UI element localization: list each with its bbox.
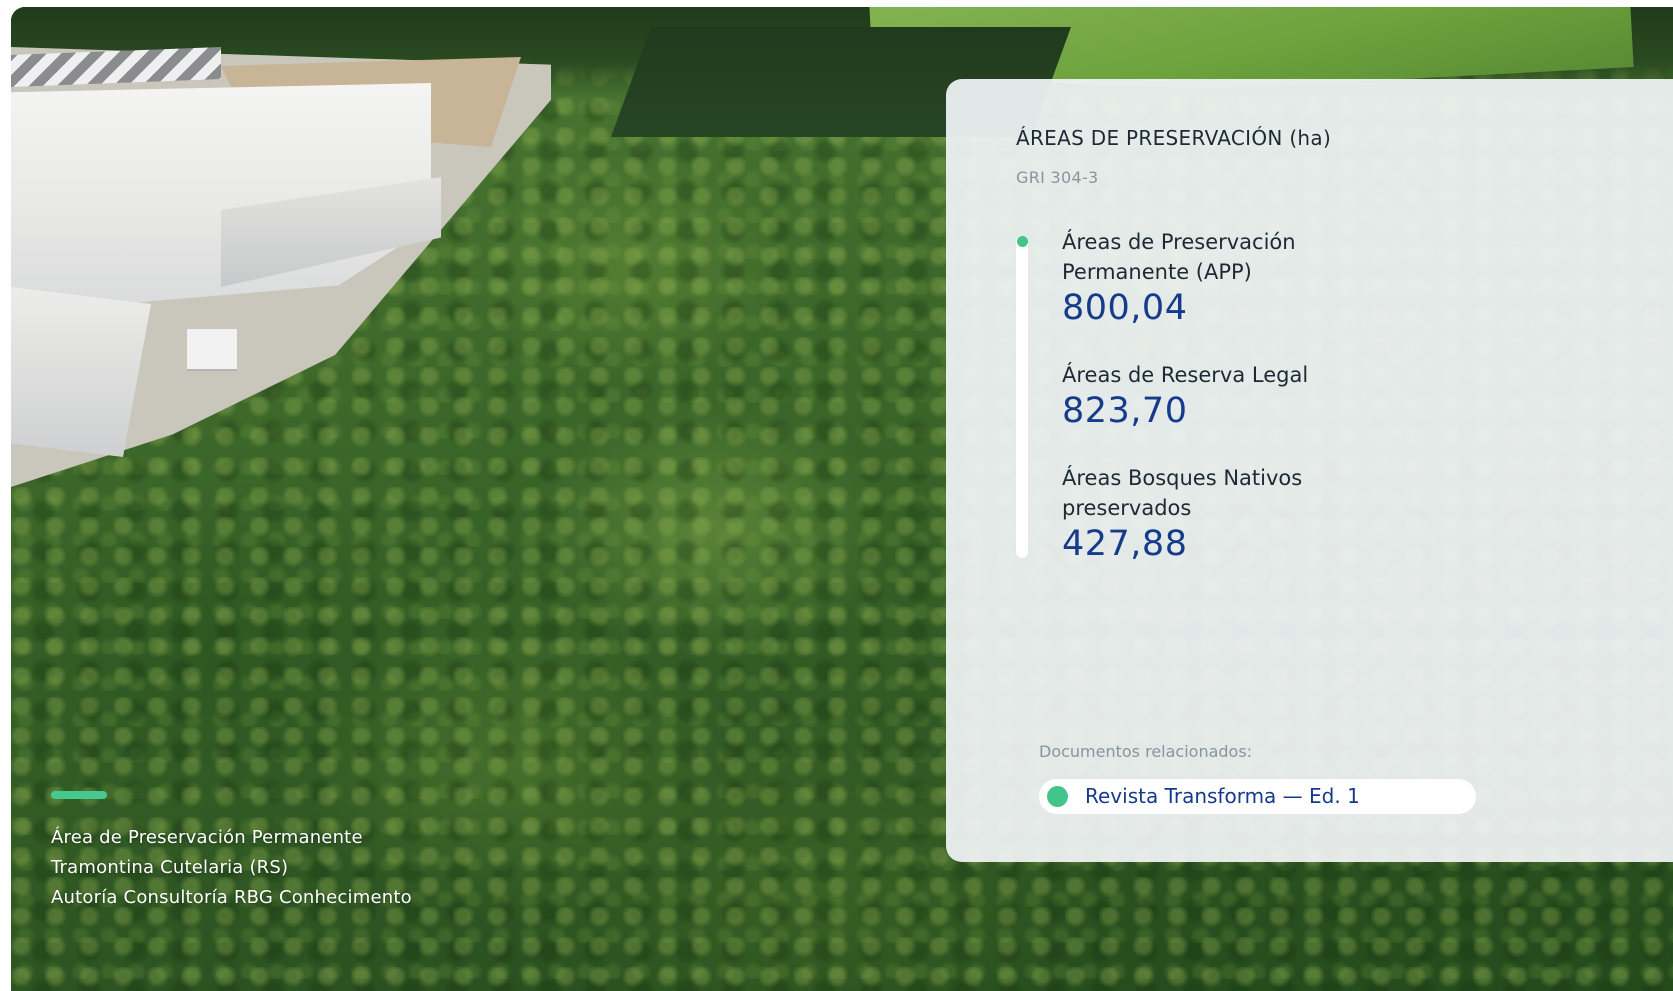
related-document-title[interactable]: Revista Transforma — Ed. 1: [1085, 784, 1360, 808]
panel-subtitle: GRI 304-3: [1016, 168, 1099, 187]
caption-line-location: Área de Preservación Permanente: [51, 827, 363, 848]
photo-caption: Área de Preservación Permanente Tramonti…: [51, 791, 412, 913]
metric-bosques-nativos: Áreas Bosques Nativos preservados 427,88: [1062, 463, 1352, 565]
metric-label: Áreas de Preservación Permanente (APP): [1062, 230, 1296, 284]
panel-title: ÁREAS DE PRESERVACIÓN (ha): [1016, 126, 1332, 150]
green-dot-icon: [1017, 236, 1028, 247]
preservation-areas-panel: ÁREAS DE PRESERVACIÓN (ha) GRI 304-3 Áre…: [946, 79, 1673, 862]
caption-line-author: Autoría Consultoría RBG Conhecimento: [51, 887, 412, 908]
metric-label: Áreas de Reserva Legal: [1062, 363, 1309, 387]
related-documents-label: Documentos relacionados:: [1039, 742, 1253, 761]
metric-reserva-legal: Áreas de Reserva Legal 823,70: [1062, 360, 1382, 432]
caption-line-company: Tramontina Cutelaria (RS): [51, 857, 289, 878]
small-structure: [187, 329, 237, 369]
metric-value: 800,04: [1062, 288, 1188, 328]
caption-accent-bar: [51, 791, 107, 799]
timeline-rail: [1016, 236, 1028, 558]
metric-app: Áreas de Preservación Permanente (APP) 8…: [1062, 227, 1362, 329]
metric-value: 823,70: [1062, 391, 1188, 431]
metric-value: 427,88: [1062, 524, 1188, 564]
related-document-link[interactable]: Revista Transforma — Ed. 1: [1039, 779, 1476, 814]
green-dot-icon: [1047, 786, 1068, 807]
metric-label: Áreas Bosques Nativos preservados: [1062, 466, 1303, 520]
